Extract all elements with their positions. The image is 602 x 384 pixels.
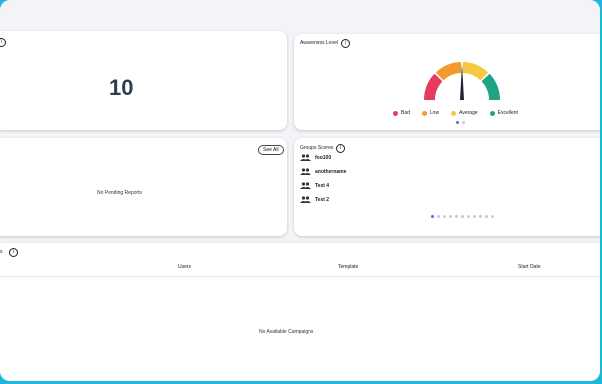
stat-card: i 10 (0, 31, 287, 130)
awareness-level-card: Awareness Level i Bad Low Average Excell… (294, 34, 600, 130)
carousel-pager (456, 121, 465, 124)
legend-swatch (489, 110, 495, 116)
empty-message: No Available Campaigns (259, 329, 314, 335)
campaigns-card: s i Users Template Start Date No Availab… (0, 243, 600, 381)
gauge-segment-average (462, 62, 489, 81)
info-icon[interactable]: i (336, 144, 345, 153)
info-icon[interactable]: i (9, 248, 18, 257)
group-name: Test 4 (315, 182, 330, 189)
pending-reports-card: See All No Pending Reports (0, 138, 287, 236)
legend-label: Bad (401, 110, 410, 116)
group-icon (300, 182, 311, 189)
legend-swatch (451, 110, 457, 116)
legend-swatch (393, 110, 398, 116)
card-title: Groups Scores (300, 145, 334, 151)
pager-dot[interactable] (456, 121, 459, 124)
pager-dot[interactable] (449, 215, 452, 218)
column-header-start-date[interactable]: Start Date (518, 264, 541, 270)
legend-item-average: Average (451, 110, 478, 116)
carousel-pager (431, 215, 494, 218)
info-icon[interactable]: i (0, 38, 6, 47)
legend-label: Excellent (497, 110, 518, 116)
pager-dot[interactable] (479, 215, 482, 218)
table-header-divider (0, 276, 600, 277)
group-icon (300, 154, 311, 161)
group-name: Test 2 (315, 196, 330, 203)
pager-dot[interactable] (467, 215, 470, 218)
empty-message: No Pending Reports (97, 190, 143, 196)
card-title: Awareness Level (300, 40, 338, 46)
legend-swatch (421, 110, 427, 116)
group-icon (300, 168, 311, 175)
gauge-segment-low (435, 62, 462, 81)
gauge-segment-excellent (481, 73, 500, 100)
card-title-fragment: s (0, 249, 3, 255)
legend-item-low: Low (421, 110, 440, 116)
column-header-users[interactable]: Users (178, 264, 191, 270)
pager-dot[interactable] (443, 215, 446, 218)
pager-dot[interactable] (485, 215, 488, 218)
column-header-template[interactable]: Template (338, 264, 358, 270)
awareness-gauge (424, 62, 500, 100)
legend-label: Low (429, 110, 440, 116)
group-item[interactable]: Test 4 (300, 182, 329, 189)
stat-value: 10 (109, 75, 134, 100)
legend-item-bad: Bad (393, 110, 410, 116)
legend-item-excellent: Excellent (489, 110, 518, 116)
pager-dot[interactable] (473, 215, 476, 218)
pager-dot[interactable] (491, 215, 494, 218)
group-item[interactable]: foo100 (300, 154, 331, 161)
pager-dot[interactable] (431, 215, 434, 218)
gauge-segment-bad (424, 73, 443, 100)
pager-dot[interactable] (462, 121, 465, 124)
group-item[interactable]: Test 2 (300, 196, 329, 203)
groups-scores-card: Groups Scores i foo100 anothername Test … (294, 138, 600, 236)
dashboard: i 10 Awareness Level i Bad Low Average E… (0, 0, 600, 381)
gauge-legend: Bad Low Average Excellent (393, 110, 518, 116)
group-name: foo100 (315, 154, 332, 161)
info-icon[interactable]: i (341, 39, 350, 48)
pager-dot[interactable] (437, 215, 440, 218)
legend-label: Average (459, 110, 478, 116)
group-item[interactable]: anothername (300, 168, 346, 175)
pager-dot[interactable] (455, 215, 458, 218)
group-name: anothername (315, 168, 347, 175)
see-all-button[interactable]: See All (258, 145, 284, 155)
pager-dot[interactable] (461, 215, 464, 218)
group-icon (300, 196, 311, 203)
